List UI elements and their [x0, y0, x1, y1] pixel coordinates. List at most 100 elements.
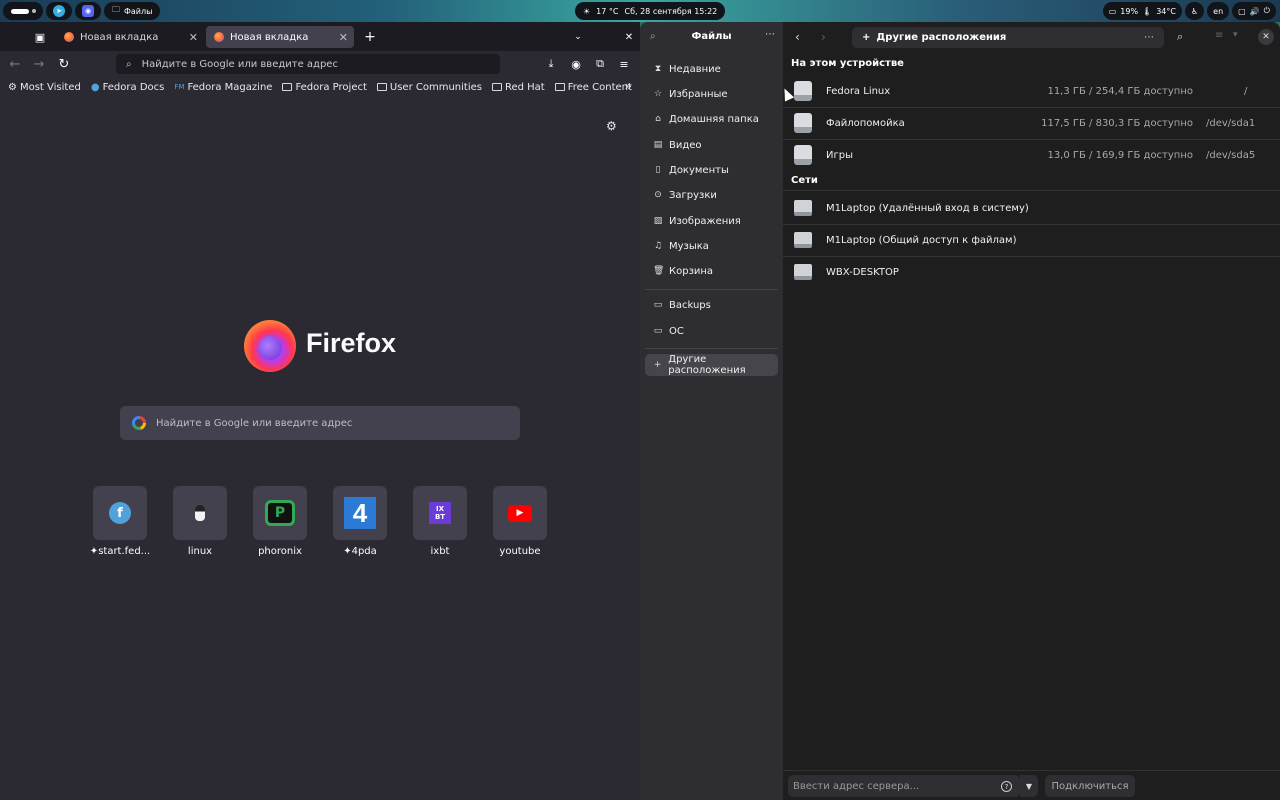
tile-label: ✦start.fed... — [89, 546, 151, 557]
sidebar-item-documents[interactable]: ▯ Документы — [645, 159, 778, 181]
network-row[interactable]: M1Laptop (Общий доступ к файлам) — [783, 224, 1280, 256]
drive-icon — [794, 81, 812, 101]
window-close-icon[interactable]: ✕ — [620, 28, 638, 46]
network-row[interactable]: M1Laptop (Удалённый вход в систему) — [783, 192, 1280, 224]
downloads-icon: ⊙ — [654, 190, 662, 200]
bookmark-label: Free Content — [567, 81, 632, 93]
sidebar-item-recent[interactable]: ⧗ Недавние — [645, 58, 778, 80]
sidebar-item-music[interactable]: ♫ Музыка — [645, 235, 778, 257]
trash-icon: 🗑 — [653, 266, 665, 276]
bookmark-fedora-magazine[interactable]: FM Fedora Magazine — [174, 82, 272, 93]
sidebar-item-label: Видео — [669, 139, 702, 151]
top-site-phoronix[interactable]: P phoronix — [253, 486, 307, 557]
navigation-bar: ← → ↻ ⌕ Найдите в Google или введите адр… — [0, 51, 640, 76]
back-icon[interactable]: ‹ — [795, 30, 800, 44]
phoronix-icon: P — [265, 500, 295, 526]
downloads-icon[interactable]: ⤓ — [542, 55, 560, 73]
accessibility-button[interactable]: ♿ — [1184, 2, 1205, 20]
device-space: 11,3 ГБ / 254,4 ГБ доступно — [1047, 85, 1193, 97]
new-tab-button[interactable]: + — [361, 28, 379, 46]
sidebar-item-trash[interactable]: 🗑 Корзина — [645, 260, 778, 282]
bookmark-folder-fedora-project[interactable]: Fedora Project — [282, 82, 367, 93]
close-tab-icon[interactable]: ✕ — [339, 31, 348, 44]
path-bar[interactable]: + Другие расположения ⋯ — [852, 27, 1164, 48]
top-site-youtube[interactable]: ▶ youtube — [493, 486, 547, 557]
device-mount: / — [1244, 85, 1248, 97]
plus-icon: + — [862, 32, 871, 43]
top-site-start-fedora[interactable]: f ✦start.fed... — [89, 486, 151, 557]
sidebar-item-starred[interactable]: ☆ Избранные — [645, 83, 778, 105]
files-main-view: ‹ › + Другие расположения ⋯ ⌕ ≡ ▾ ✕ На э… — [783, 22, 1280, 800]
device-row[interactable]: Игры 13,0 ГБ / 169,9 ГБ доступно /dev/sd… — [783, 139, 1280, 171]
close-tab-icon[interactable]: ✕ — [189, 31, 198, 44]
search-placeholder: Найдите в Google или введите адрес — [156, 417, 353, 429]
connect-button[interactable]: Подключиться — [1045, 775, 1135, 797]
bookmark-folder-user-communities[interactable]: User Communities — [376, 82, 482, 93]
network-name: WBX-DESKTOP — [826, 266, 899, 278]
files-app-button[interactable]: 🗀 Файлы — [104, 2, 161, 20]
bookmark-most-visited[interactable]: ⚙ Most Visited — [8, 82, 81, 93]
top-site-4pda[interactable]: 4 ✦4pda — [333, 486, 387, 557]
search-folder-icon[interactable]: ⌕ — [1177, 30, 1183, 44]
workspace-indicator — [31, 9, 36, 13]
tile-label: ixbt — [430, 546, 450, 557]
reload-icon[interactable]: ↻ — [55, 55, 73, 73]
list-view-icon[interactable]: ≡ — [1215, 30, 1223, 41]
url-bar[interactable]: ⌕ Найдите в Google или введите адрес — [116, 54, 500, 74]
telegram-app-button[interactable]: ➤ — [46, 2, 72, 20]
device-row[interactable]: Fedora Linux 11,3 ГБ / 254,4 ГБ доступно… — [783, 75, 1280, 107]
network-computer-icon — [794, 232, 812, 248]
tile-icon-box — [173, 486, 227, 540]
sidebar-item-home[interactable]: ⌂ Домашняя папка — [645, 108, 778, 130]
clock-button[interactable]: ☀ 17 °C Сб, 28 сентября 15:22 — [575, 2, 726, 20]
recent-servers-dropdown-icon[interactable]: ▼ — [1020, 775, 1038, 797]
top-site-ixbt[interactable]: IX BT ixbt — [413, 486, 467, 557]
top-site-linux[interactable]: linux — [173, 486, 227, 557]
sidebar-item-videos[interactable]: ▤ Видео — [645, 134, 778, 156]
network-name: M1Laptop (Общий доступ к файлам) — [826, 234, 1017, 246]
sidebar-item-backups[interactable]: ▭ Backups — [645, 294, 778, 316]
sidebar-item-label: Музыка — [669, 240, 709, 252]
forward-icon[interactable]: › — [821, 30, 826, 44]
sidebar-item-downloads[interactable]: ⊙ Загрузки — [645, 184, 778, 206]
tab-label: Новая вкладка — [80, 31, 159, 43]
sidebar-item-label: Домашняя папка — [669, 113, 759, 125]
bookmark-folder-free-content[interactable]: Free Content — [554, 81, 632, 93]
tab-new-1[interactable]: Новая вкладка ✕ — [56, 26, 204, 48]
keyboard-layout-button[interactable]: en — [1207, 2, 1230, 20]
extensions-icon[interactable]: ⧉ — [591, 55, 609, 73]
bookmark-fedora-docs[interactable]: ● Fedora Docs — [91, 82, 165, 93]
firefox-favicon-icon — [214, 32, 224, 42]
page-settings-gear-icon[interactable]: ⚙ — [606, 119, 617, 133]
battery-icon: ▭ — [1108, 6, 1117, 16]
system-menu-button[interactable]: ▢ 🔊 ⏻ — [1232, 2, 1276, 20]
window-close-icon[interactable]: ✕ — [1258, 29, 1274, 45]
help-icon[interactable]: ? — [1001, 781, 1012, 792]
bookmarks-overflow-icon[interactable]: » — [625, 79, 632, 93]
bookmark-folder-red-hat[interactable]: Red Hat — [491, 82, 545, 93]
view-options-chevron-icon[interactable]: ▾ — [1233, 30, 1238, 40]
sidebar-item-oc[interactable]: ▭ OC — [645, 320, 778, 342]
activities-button[interactable] — [3, 2, 43, 20]
tab-new-2[interactable]: Новая вкладка ✕ — [206, 26, 354, 48]
forward-icon[interactable]: → — [30, 55, 48, 73]
tile-icon-box: ▶ — [493, 486, 547, 540]
sidebar-item-other-locations[interactable]: + Другие расположения — [645, 354, 778, 376]
server-address-input[interactable]: Ввести адрес сервера... — [788, 775, 1020, 797]
new-tab-search-box[interactable]: Найдите в Google или введите адрес — [120, 406, 520, 440]
folder-icon: 🗀 — [112, 5, 120, 14]
main-menu-icon[interactable]: ⋯ — [765, 29, 775, 40]
device-row[interactable]: Файлопомойка 117,5 ГБ / 830,3 ГБ доступн… — [783, 107, 1280, 139]
menu-icon[interactable]: ≡ — [615, 55, 633, 73]
firefox-view-icon[interactable]: ▣ — [31, 28, 49, 46]
discord-app-button[interactable]: ◉ — [75, 2, 101, 20]
path-menu-icon[interactable]: ⋯ — [1144, 32, 1154, 43]
account-icon[interactable]: ◉ — [567, 55, 585, 73]
battery-indicator[interactable]: ▭ 19% 🌡 34°C — [1102, 2, 1182, 20]
network-row[interactable]: WBX-DESKTOP — [783, 256, 1280, 288]
tab-list-chevron-icon[interactable]: ⌄ — [569, 28, 587, 46]
back-icon[interactable]: ← — [6, 55, 24, 73]
thermometer-icon: 🌡 — [1142, 6, 1153, 16]
sidebar-item-pictures[interactable]: ▨ Изображения — [645, 210, 778, 232]
connect-to-server-bar: Ввести адрес сервера... ? ▼ Подключиться — [783, 770, 1280, 800]
